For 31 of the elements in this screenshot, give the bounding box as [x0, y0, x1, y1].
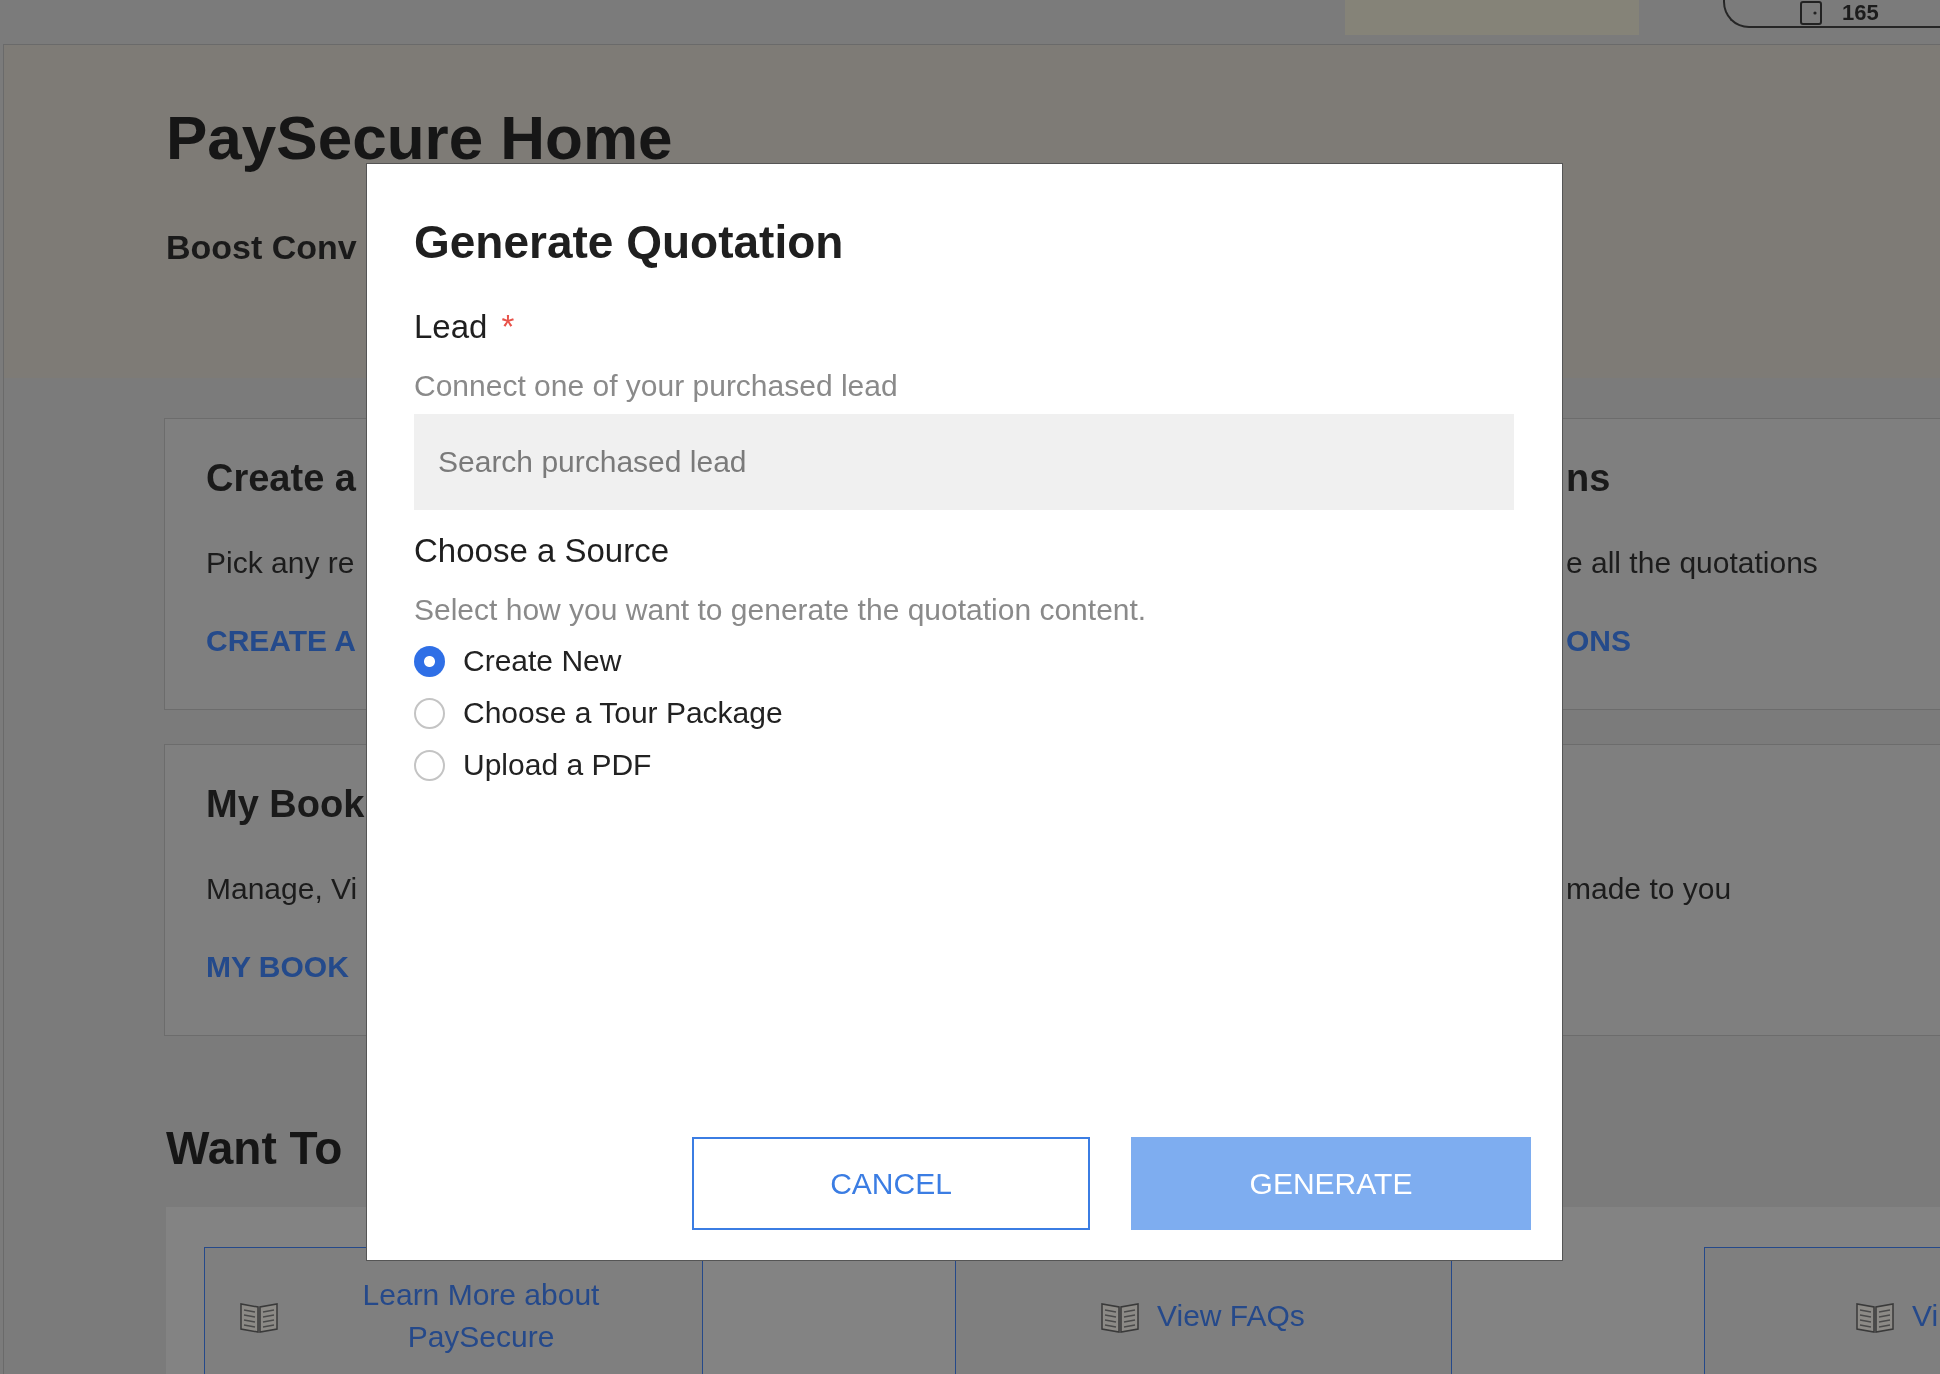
radio-label[interactable]: Upload a PDF	[463, 747, 652, 783]
section-title: Want To	[166, 1121, 343, 1176]
radio-label[interactable]: Create New	[463, 643, 622, 679]
field-label: Lead	[414, 307, 488, 347]
cancel-button[interactable]: CANCEL	[692, 1137, 1090, 1230]
radio-button[interactable]	[414, 645, 445, 677]
page-title: PaySecure Home	[166, 102, 673, 174]
dialog-title: Generate Quotation	[414, 215, 844, 270]
field-hint: Select how you want to generate the quotation content.	[414, 592, 1147, 628]
required-mark: *	[501, 307, 515, 347]
resource-link[interactable]: Vi	[1704, 1247, 1940, 1374]
card-link[interactable]: CREATE A	[206, 623, 356, 659]
card-title: Create a	[206, 456, 356, 501]
card-text: Manage, Vi	[206, 871, 358, 907]
radio-button[interactable]	[414, 697, 445, 729]
card-title: My Book	[206, 782, 365, 827]
search-field[interactable]: Search purchased lead	[414, 414, 1514, 510]
card-link[interactable]: MY BOOK	[206, 949, 349, 985]
card-text: Pick any re	[206, 545, 355, 581]
field-label: Choose a Source	[414, 531, 669, 571]
resource-link[interactable]: Learn More about PaySecure	[204, 1247, 703, 1374]
card-link[interactable]: ONS	[1566, 623, 1631, 659]
page-subtitle: Boost Conv	[166, 227, 357, 268]
card-title: ns	[1566, 456, 1611, 501]
radio-button[interactable]	[414, 749, 445, 781]
radio-label[interactable]: Choose a Tour Package	[463, 695, 783, 731]
door-icon	[1800, 1, 1822, 25]
count-pill[interactable]: 165	[1723, 0, 1940, 28]
card-text: e all the quotations	[1566, 545, 1818, 581]
field-hint: Connect one of your purchased lead	[414, 368, 898, 404]
card-text: made to you	[1566, 871, 1732, 907]
